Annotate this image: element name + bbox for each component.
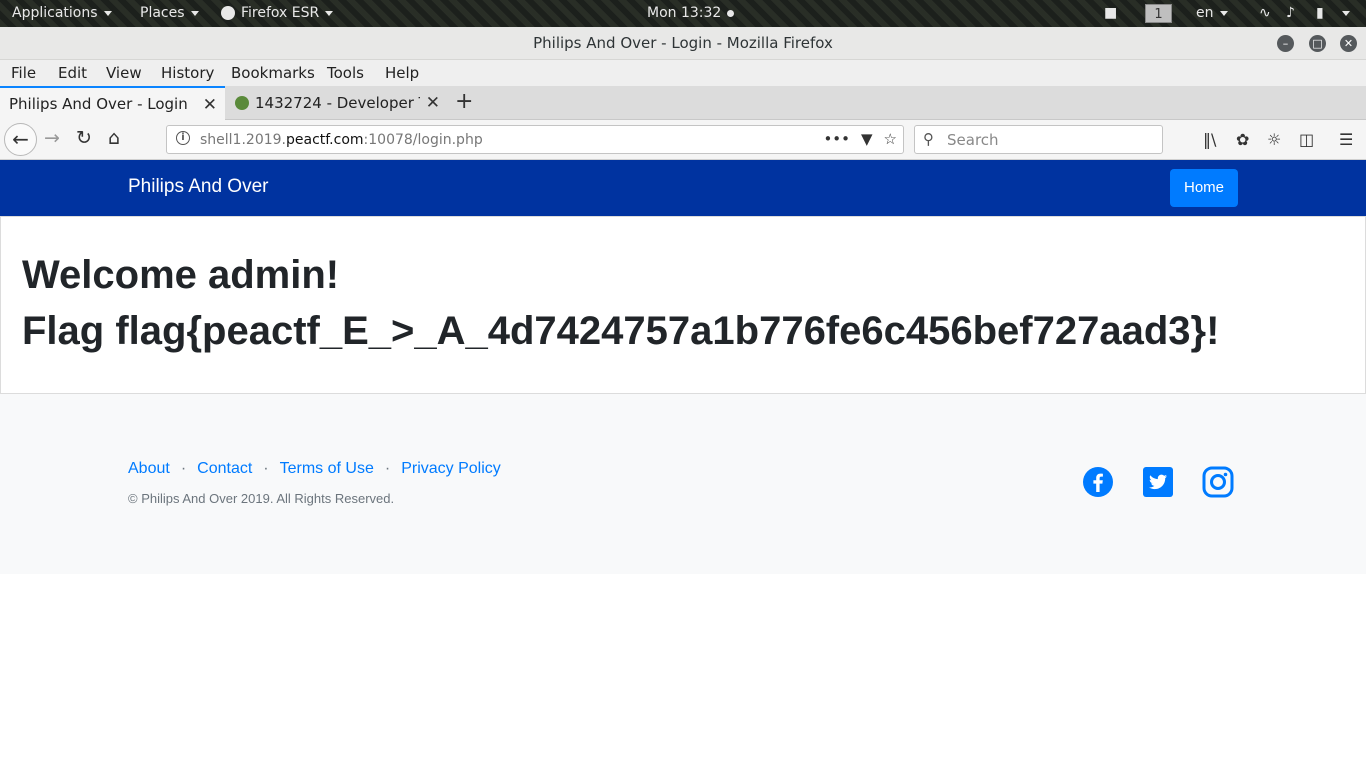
footer-link-about[interactable]: About [128,460,170,477]
applications-menu[interactable]: Applications [12,5,112,21]
clock-label: Mon 13:32 [647,5,722,21]
menu-edit[interactable]: Edit [58,64,87,82]
forward-arrow-icon[interactable]: → [44,127,60,149]
flag-heading: Flag flag{peactf_E_>_A_4d7424757a1b776fe… [22,309,1220,353]
places-menu[interactable]: Places [140,5,199,21]
chevron-down-icon [190,10,199,16]
search-placeholder: Search [947,131,999,149]
minimize-icon[interactable]: – [1277,35,1294,52]
site-footer: About · Contact · Terms of Use · Privacy Polic… [0,394,1366,574]
footer-links: About · Contact · Terms of Use · Privacy Polic… [128,460,501,478]
footer-separator: · [263,460,269,477]
menu-file[interactable]: File [11,64,36,82]
main-content: Welcome admin! Flag flag{peactf_E_>_A_4d… [0,216,1366,394]
site-info-icon[interactable]: i [176,131,190,145]
navigation-toolbar: ← → ↻ ⌂ i shell1.2019.peactf.com:10078/l… [0,120,1366,160]
sidebar-icon[interactable]: ◫ [1299,130,1314,149]
bookmark-star-icon[interactable]: ☆ [884,130,897,148]
url-suffix: :10078/login.php [363,132,483,148]
search-bar[interactable]: ⚲ Search [914,125,1163,154]
window-titlebar: Philips And Over - Login - Mozilla Firef… [0,27,1366,60]
clock[interactable]: Mon 13:32 [647,5,735,21]
page-actions-icon[interactable]: ••• [823,130,850,148]
hamburger-menu-icon[interactable]: ☰ [1339,130,1353,149]
footer-link-privacy[interactable]: Privacy Policy [401,460,501,477]
battery-icon[interactable]: ▮ [1316,5,1324,21]
bug-icon [235,96,249,110]
maximize-icon[interactable]: □ [1309,35,1326,52]
menu-bookmarks[interactable]: Bookmarks [231,64,315,82]
url-bar[interactable]: i shell1.2019.peactf.com:10078/login.php… [166,125,904,154]
menu-history[interactable]: History [161,64,214,82]
pocket-icon[interactable]: ▼ [861,130,873,148]
chevron-down-icon [325,10,334,16]
instagram-icon[interactable] [1202,466,1234,498]
close-icon[interactable]: ✕ [1340,35,1357,52]
welcome-heading: Welcome admin! [22,253,340,297]
footer-separator: · [384,460,391,477]
new-tab-icon[interactable]: + [455,89,473,114]
menu-bar: File Edit View History Bookmarks Tools H… [0,60,1366,86]
close-tab-icon[interactable]: ✕ [426,93,440,113]
footer-link-contact[interactable]: Contact [197,460,252,477]
home-button[interactable]: Home [1170,169,1238,207]
url-domain: peactf.com [286,132,364,148]
site-navbar: Philips And Over Home [0,160,1366,216]
reload-icon[interactable]: ↻ [76,127,92,149]
firefox-app-label: Firefox ESR [241,5,320,21]
chevron-down-icon [103,10,112,16]
menu-tools[interactable]: Tools [327,64,364,82]
language-menu[interactable]: en [1196,5,1228,21]
tab-developer-tools[interactable]: 1432724 - Developer Tools ✕ [226,86,448,120]
site-brand[interactable]: Philips And Over [128,176,268,198]
footer-separator: · [180,460,187,477]
extension-icon[interactable]: ☼ [1267,130,1281,149]
facebook-icon[interactable] [1082,466,1114,498]
tab-bar: Philips And Over - Login ✕ 1432724 - Dev… [0,86,1366,120]
twitter-icon[interactable] [1142,466,1174,498]
language-label: en [1196,5,1214,21]
tab-label: Philips And Over - Login [9,95,188,113]
copyright-text: © Philips And Over 2019. All Rights Rese… [128,491,395,506]
applications-label: Applications [12,5,98,21]
url-text: shell1.2019.peactf.com:10078/login.php [200,132,483,148]
system-menu-chevron-icon[interactable] [1342,11,1350,16]
menu-help[interactable]: Help [385,64,419,82]
firefox-icon [221,6,235,20]
close-tab-icon[interactable]: ✕ [203,95,217,115]
notification-dot-icon [727,9,735,17]
home-icon[interactable]: ⌂ [108,127,120,149]
url-actions: ••• ▼ ☆ [823,130,897,148]
wifi-icon[interactable]: ∿ [1259,5,1271,21]
extension-bug-icon[interactable]: ✿ [1236,130,1249,149]
back-arrow-icon[interactable]: ← [4,123,37,156]
tab-login[interactable]: Philips And Over - Login ✕ [0,86,225,120]
tab-label: 1432724 - Developer Tools [255,94,420,112]
system-top-bar: Applications Places Firefox ESR Mon 13:3… [0,0,1366,27]
url-prefix: shell1.2019. [200,132,286,148]
workspace-indicator[interactable]: 1 [1145,4,1172,23]
chevron-down-icon [1219,10,1228,16]
firefox-app-menu[interactable]: Firefox ESR [221,5,334,21]
menu-view[interactable]: View [106,64,142,82]
places-label: Places [140,5,185,21]
search-icon: ⚲ [923,130,934,148]
window-title: Philips And Over - Login - Mozilla Firef… [533,34,833,52]
footer-link-terms[interactable]: Terms of Use [280,460,374,477]
screen-share-icon[interactable]: ■ [1104,5,1117,21]
volume-icon[interactable]: ♪ [1286,5,1295,21]
library-icon[interactable]: ‖\ [1203,130,1216,149]
